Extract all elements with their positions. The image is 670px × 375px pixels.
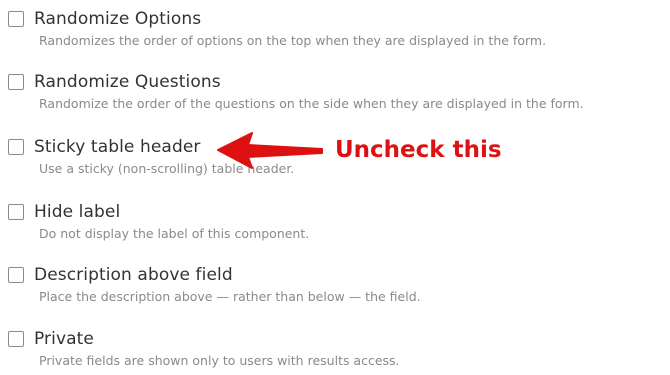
checkbox-row: Description above field (8, 264, 668, 286)
description-above-field-checkbox[interactable] (8, 267, 24, 283)
checkbox-row: Hide label (8, 201, 668, 223)
hide-label-checkbox[interactable] (8, 204, 24, 220)
randomize-questions-checkbox[interactable] (8, 74, 24, 90)
option-description-above-field: Description above field Place the descri… (8, 264, 668, 304)
randomize-questions-description: Randomize the order of the questions on … (39, 96, 584, 111)
randomize-questions-label[interactable]: Randomize Questions (34, 72, 221, 92)
sticky-table-header-description: Use a sticky (non-scrolling) table heade… (39, 161, 295, 176)
description-above-field-description: Place the description above — rather tha… (39, 289, 421, 304)
checkbox-row: Randomize Options (8, 8, 668, 30)
checkbox-row: Randomize Questions (8, 71, 668, 93)
randomize-options-label[interactable]: Randomize Options (34, 9, 201, 29)
hide-label-description: Do not display the label of this compone… (39, 226, 310, 241)
annotation-label: Uncheck this (335, 137, 502, 163)
description-above-field-label[interactable]: Description above field (34, 265, 233, 285)
private-checkbox[interactable] (8, 331, 24, 347)
option-hide-label: Hide label Do not display the label of t… (8, 201, 668, 241)
sticky-table-header-checkbox[interactable] (8, 139, 24, 155)
option-randomize-options: Randomize Options Randomizes the order o… (8, 8, 668, 48)
hide-label-label[interactable]: Hide label (34, 202, 120, 222)
annotation-arrow-icon (217, 132, 323, 169)
sticky-table-header-label[interactable]: Sticky table header (34, 137, 200, 157)
private-description: Private fields are shown only to users w… (39, 353, 400, 368)
randomize-options-description: Randomizes the order of options on the t… (39, 33, 547, 48)
randomize-options-checkbox[interactable] (8, 11, 24, 27)
option-private: Private Private fields are shown only to… (8, 328, 668, 368)
private-label[interactable]: Private (34, 329, 94, 349)
option-randomize-questions: Randomize Questions Randomize the order … (8, 71, 668, 111)
checkbox-row: Private (8, 328, 668, 350)
